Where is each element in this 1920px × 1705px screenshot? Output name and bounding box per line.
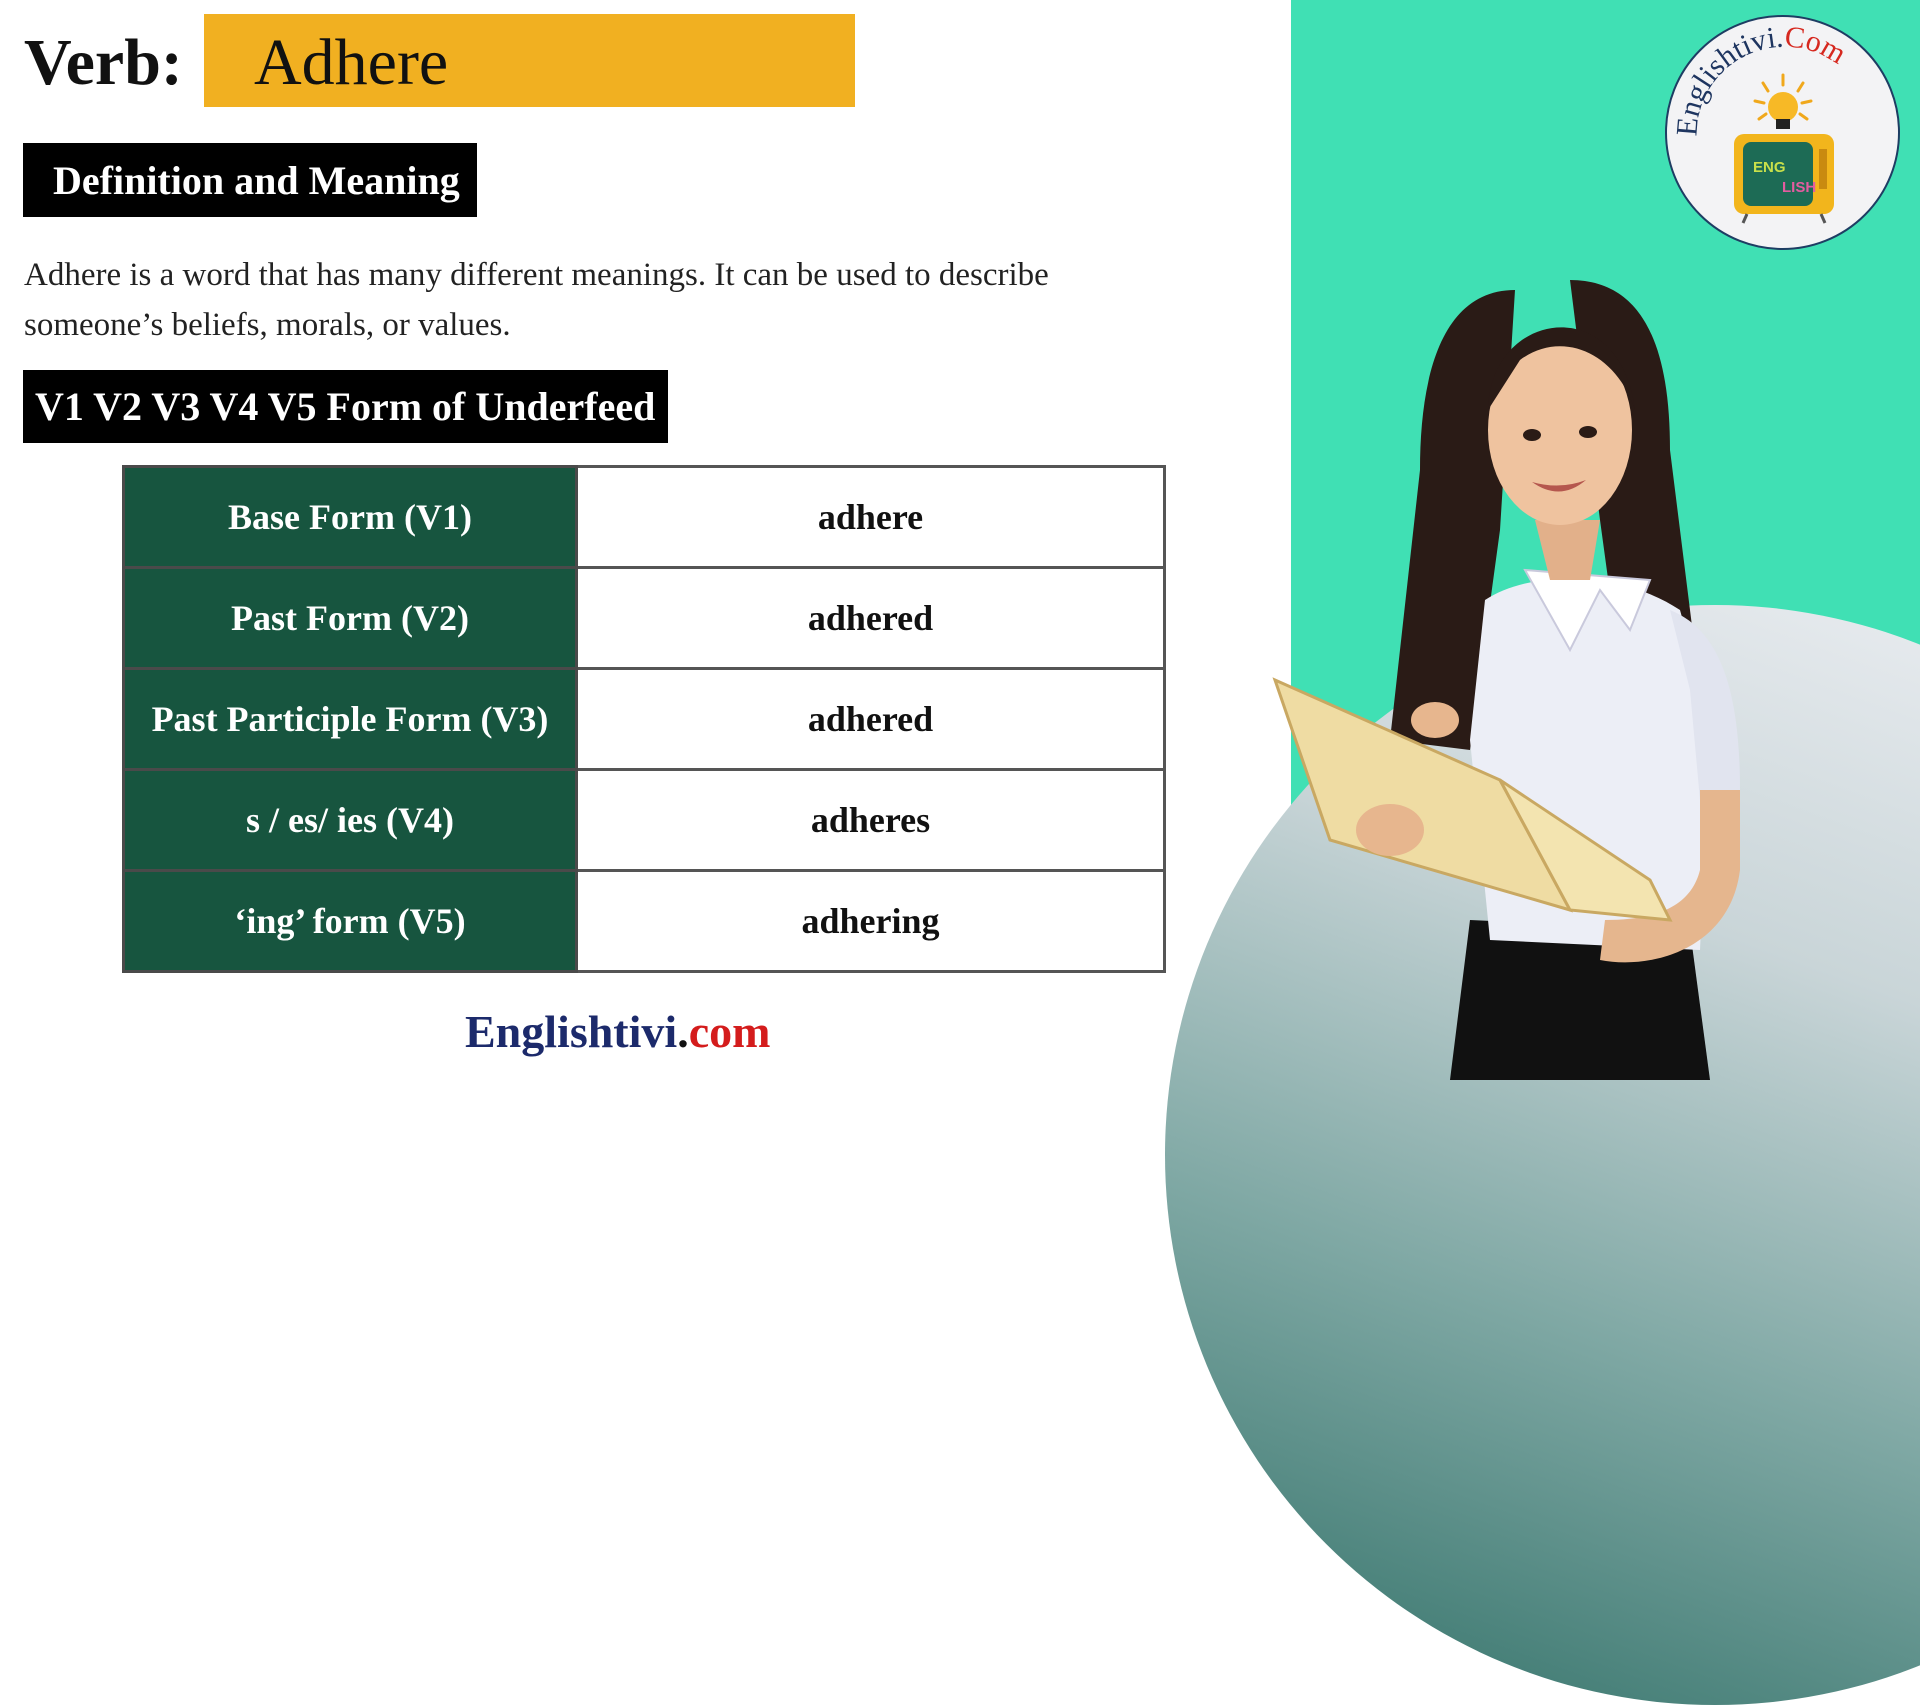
form-value: adhere (575, 465, 1166, 569)
svg-text:ENG: ENG (1753, 159, 1786, 176)
brand-name: Englishtivi (465, 1006, 678, 1057)
tv-lightbulb-icon: Englishtivi.Com ENG LISH (1670, 20, 1852, 224)
brand-dot: . (677, 1006, 689, 1057)
student-illustration (1272, 280, 1740, 1080)
table-row: ‘ing’ form (V5) adhering (122, 869, 1166, 973)
definition-heading: Definition and Meaning (23, 143, 477, 217)
form-label: Base Form (V1) (122, 465, 578, 569)
form-label: Past Participle Form (V3) (122, 667, 578, 771)
table-row: Past Form (V2) adhered (122, 566, 1166, 670)
verb-word-box: Adhere (204, 14, 855, 107)
logo-arc-text: Englishtivi.Com (1670, 20, 1852, 137)
brand-tld: com (688, 1006, 771, 1057)
form-value: adheres (575, 768, 1166, 872)
footer-brand-link[interactable]: Englishtivi.com (465, 1005, 770, 1058)
forms-heading: V1 V2 V3 V4 V5 Form of Underfeed (23, 370, 668, 443)
form-value: adhering (575, 869, 1166, 973)
verb-label: Verb: (24, 25, 183, 99)
form-value: adhered (575, 566, 1166, 670)
verb-word: Adhere (254, 25, 449, 99)
form-label: ‘ing’ form (V5) (122, 869, 578, 973)
form-value: adhered (575, 667, 1166, 771)
verb-forms-table: Base Form (V1) adhere Past Form (V2) adh… (122, 465, 1166, 973)
site-logo[interactable]: Englishtivi.Com ENG LISH (1665, 15, 1900, 250)
form-label: s / es/ ies (V4) (122, 768, 578, 872)
title-row: Verb: (24, 14, 183, 107)
table-row: Past Participle Form (V3) adhered (122, 667, 1166, 771)
definition-text: Adhere is a word that has many different… (24, 257, 1049, 343)
table-row: Base Form (V1) adhere (122, 465, 1166, 569)
form-label: Past Form (V2) (122, 566, 578, 670)
table-row: s / es/ ies (V4) adheres (122, 768, 1166, 872)
svg-text:LISH: LISH (1782, 179, 1816, 196)
